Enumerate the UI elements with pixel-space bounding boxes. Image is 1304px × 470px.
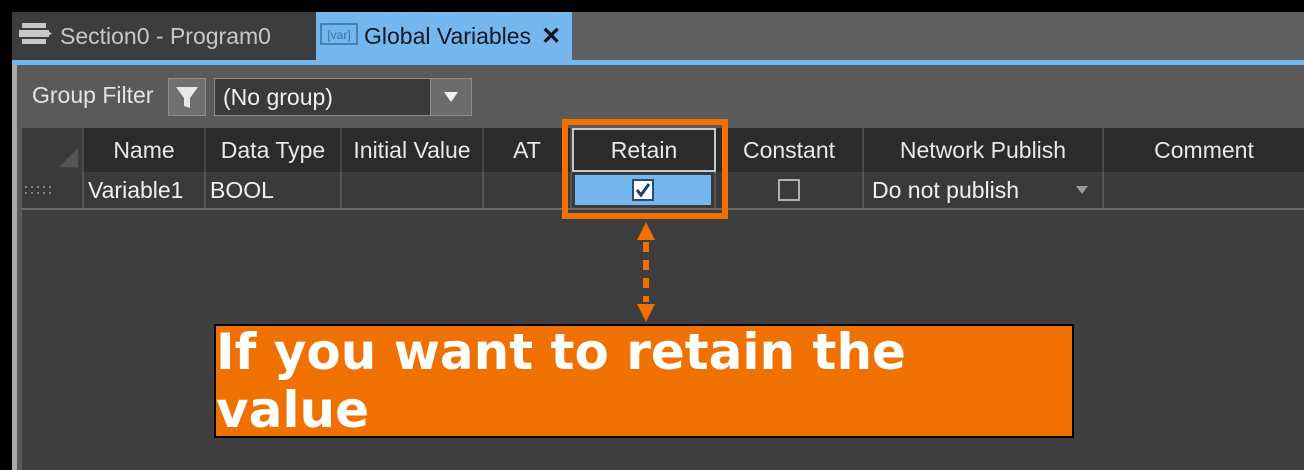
tab-label: Global Variables [364,22,532,49]
section-icon [18,21,52,52]
group-filter-value: (No group) [223,83,333,110]
group-filter-label: Group Filter [32,82,154,108]
cell-comment[interactable] [1104,172,1304,208]
panel-edge [12,65,17,470]
cell-at[interactable] [484,172,572,208]
header-corner [22,128,84,172]
column-header-constant[interactable]: Constant [716,128,864,172]
group-filter-button[interactable] [168,78,206,116]
close-icon[interactable]: ✕ [541,22,561,51]
group-filter-select[interactable]: (No group) [214,78,472,116]
column-header-data-type[interactable]: Data Type [206,128,342,172]
grip-icon [25,186,51,194]
column-header-initial-value[interactable]: Initial Value [342,128,484,172]
network-publish-value: Do not publish [872,176,1020,203]
funnel-icon [176,87,198,108]
cell-constant [716,172,864,208]
var-icon: [var] [320,22,358,50]
column-header-network-publish[interactable]: Network Publish [864,128,1104,172]
dropdown-arrow-icon[interactable] [430,79,471,115]
callout-text: If you want to retain the value [216,323,906,439]
cell-network-publish[interactable]: Do not publish [864,172,1104,208]
retain-highlight-box [562,119,728,219]
tab-label: Section0 - Program0 [60,22,271,49]
callout-box: If you want to retain the value [214,323,1074,439]
dropdown-arrow-icon [1076,186,1088,194]
tab-strip-empty [572,12,1304,60]
cell-data-type[interactable]: BOOL [206,172,342,208]
cell-initial-value[interactable] [342,172,484,208]
column-header-name[interactable]: Name [84,128,206,172]
cell-name[interactable]: Variable1 [84,172,206,208]
corner-triangle-icon [58,148,79,168]
column-header-comment[interactable]: Comment [1104,128,1304,172]
var-icon-badge: [var] [327,28,350,42]
row-handle[interactable] [22,172,84,208]
double-arrow-icon [637,222,655,322]
constant-checkbox[interactable] [778,179,800,201]
tab-section0-program0[interactable]: Section0 - Program0 [12,12,316,60]
tab-global-variables[interactable]: [var] Global Variables ✕ [316,12,572,60]
column-header-at[interactable]: AT [484,128,572,172]
